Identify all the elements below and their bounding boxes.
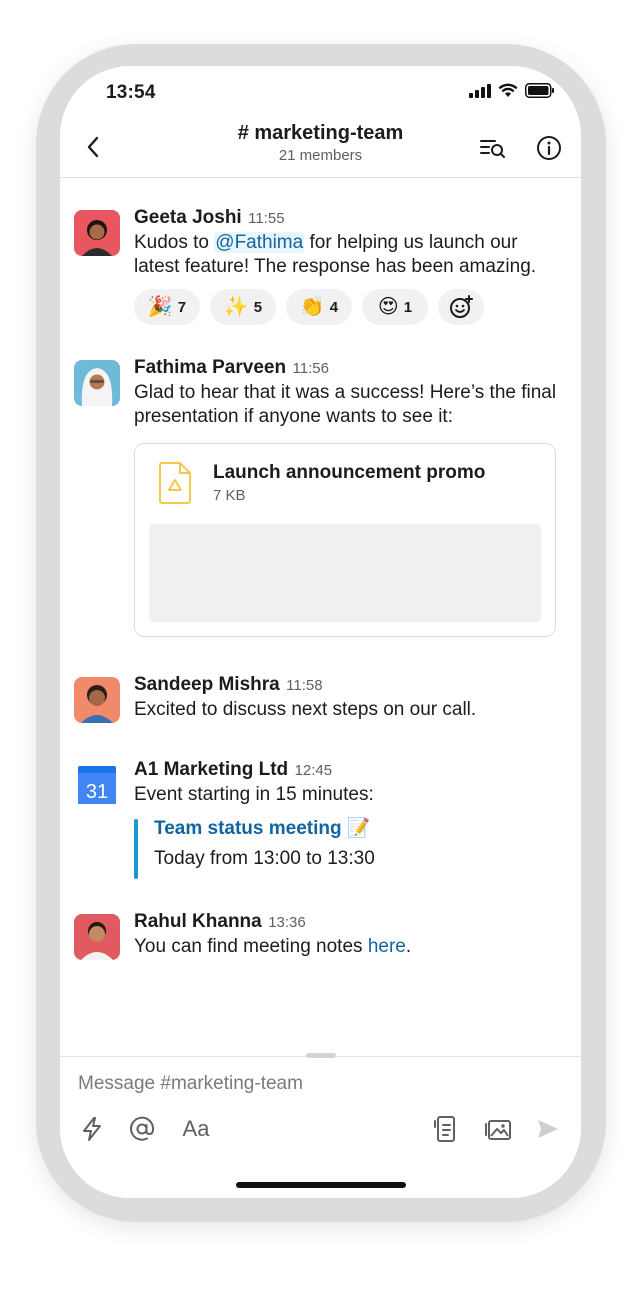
info-icon bbox=[537, 136, 561, 160]
calendar-icon: 31 bbox=[78, 766, 116, 804]
status-time: 13:54 bbox=[106, 82, 156, 103]
avatar[interactable] bbox=[74, 677, 120, 723]
message-text: Glad to hear that it was a success! Here… bbox=[134, 382, 557, 427]
send-button[interactable] bbox=[532, 1113, 564, 1145]
file-preview bbox=[149, 524, 541, 622]
event-title-text: Team status meeting bbox=[154, 818, 342, 839]
text-format-button[interactable]: Aa bbox=[176, 1113, 216, 1145]
send-icon bbox=[538, 1120, 558, 1138]
event-accent-bar bbox=[134, 819, 138, 879]
memo-icon: 📝 bbox=[346, 818, 371, 839]
reaction-count: 7 bbox=[177, 298, 187, 316]
search-in-channel-icon bbox=[480, 140, 505, 158]
avatar[interactable] bbox=[74, 360, 120, 406]
battery-icon bbox=[525, 83, 554, 98]
event-time: Today from 13:00 to 13:30 bbox=[154, 848, 375, 869]
add-reaction-icon bbox=[450, 295, 473, 318]
sender-name[interactable]: Sandeep Mishra bbox=[134, 674, 280, 695]
reaction-sparkles[interactable]: ✨ 5 bbox=[210, 289, 276, 325]
calendar-day: 31 bbox=[86, 781, 108, 803]
message-text: Event starting in 15 minutes: bbox=[134, 784, 374, 805]
composer-drag-handle[interactable] bbox=[306, 1053, 336, 1058]
meeting-notes-link[interactable]: here bbox=[368, 936, 406, 957]
message-composer: Aa bbox=[60, 1053, 581, 1198]
timestamp: 12:45 bbox=[294, 762, 333, 779]
file-attachment[interactable]: Launch announcement promo 7 KB bbox=[134, 443, 556, 637]
timestamp: 13:36 bbox=[268, 914, 306, 931]
home-indicator[interactable] bbox=[236, 1182, 406, 1188]
lightning-icon bbox=[83, 1117, 101, 1141]
timestamp: 11:55 bbox=[248, 210, 285, 227]
sender-name[interactable]: Fathima Parveen bbox=[134, 357, 286, 378]
event-block: Team status meeting 📝 Today from 13:00 t… bbox=[134, 817, 564, 879]
wifi-icon bbox=[498, 83, 518, 97]
reactions-row: 🎉 7 ✨ 5 👏 4 😍 1 bbox=[134, 289, 564, 325]
reaction-count: 1 bbox=[403, 298, 413, 316]
channel-info-button[interactable] bbox=[534, 133, 564, 163]
file-size: 7 KB bbox=[213, 487, 246, 504]
reaction-count: 5 bbox=[253, 298, 263, 316]
text-segment: Kudos to bbox=[134, 232, 215, 253]
attach-file-button[interactable] bbox=[430, 1113, 462, 1145]
sender-name[interactable]: Geeta Joshi bbox=[134, 207, 242, 228]
signal-icon bbox=[469, 83, 491, 98]
message-body: Fathima Parveen 11:56 Glad to hear that … bbox=[134, 356, 564, 637]
sparkles-icon: ✨ bbox=[223, 296, 249, 318]
search-in-channel-button[interactable] bbox=[478, 133, 508, 163]
message-body: Geeta Joshi 11:55 Kudos to @Fathima for … bbox=[134, 206, 564, 325]
status-icons bbox=[469, 83, 555, 98]
google-slides-file-icon bbox=[159, 462, 191, 504]
timestamp: 11:58 bbox=[286, 677, 323, 694]
add-reaction-button[interactable] bbox=[438, 289, 484, 325]
text-format-icon: Aa bbox=[182, 1116, 210, 1141]
sender-name[interactable]: Rahul Khanna bbox=[134, 911, 262, 932]
photo-icon bbox=[485, 1120, 511, 1140]
app-screen: 13:54 # marketing-team 21 members Geeta … bbox=[60, 66, 581, 1198]
mention-button[interactable] bbox=[126, 1113, 158, 1145]
reaction-party[interactable]: 🎉 7 bbox=[134, 289, 200, 325]
reaction-count: 4 bbox=[329, 298, 339, 316]
file-name: Launch announcement promo bbox=[213, 462, 486, 483]
message-body: A1 Marketing Ltd 12:45 Event starting in… bbox=[134, 758, 564, 879]
at-icon bbox=[130, 1116, 155, 1141]
text-segment: You can find meeting notes bbox=[134, 936, 368, 957]
avatar[interactable] bbox=[74, 210, 120, 256]
avatar[interactable] bbox=[74, 914, 120, 960]
message-body: Rahul Khanna 13:36 You can find meeting … bbox=[134, 910, 564, 959]
attach-photo-button[interactable] bbox=[482, 1113, 514, 1145]
message-text: You can find meeting notes here. bbox=[134, 935, 564, 959]
shortcuts-button[interactable] bbox=[76, 1113, 108, 1145]
timestamp: 11:56 bbox=[292, 360, 329, 377]
heart-eyes-icon: 😍 bbox=[377, 296, 399, 318]
sender-name[interactable]: A1 Marketing Ltd bbox=[134, 759, 288, 780]
text-segment: . bbox=[405, 936, 412, 957]
message-text: Kudos to @Fathima for helping us launch … bbox=[134, 231, 564, 279]
user-mention[interactable]: @Fathima bbox=[214, 232, 305, 253]
reaction-heart-eyes[interactable]: 😍 1 bbox=[362, 289, 428, 325]
file-icon bbox=[434, 1116, 455, 1142]
event-title[interactable]: Team status meeting 📝 bbox=[154, 817, 564, 841]
message-body: Sandeep Mishra 11:58 Excited to discuss … bbox=[134, 673, 564, 722]
reaction-clap[interactable]: 👏 4 bbox=[286, 289, 352, 325]
google-calendar-avatar[interactable]: 31 bbox=[74, 762, 120, 808]
channel-header: # marketing-team 21 members bbox=[60, 116, 581, 178]
message-text: Excited to discuss next steps on our cal… bbox=[134, 699, 477, 720]
party-popper-icon: 🎉 bbox=[147, 296, 173, 318]
message-input[interactable] bbox=[78, 1073, 538, 1095]
clapping-hands-icon: 👏 bbox=[299, 296, 325, 318]
